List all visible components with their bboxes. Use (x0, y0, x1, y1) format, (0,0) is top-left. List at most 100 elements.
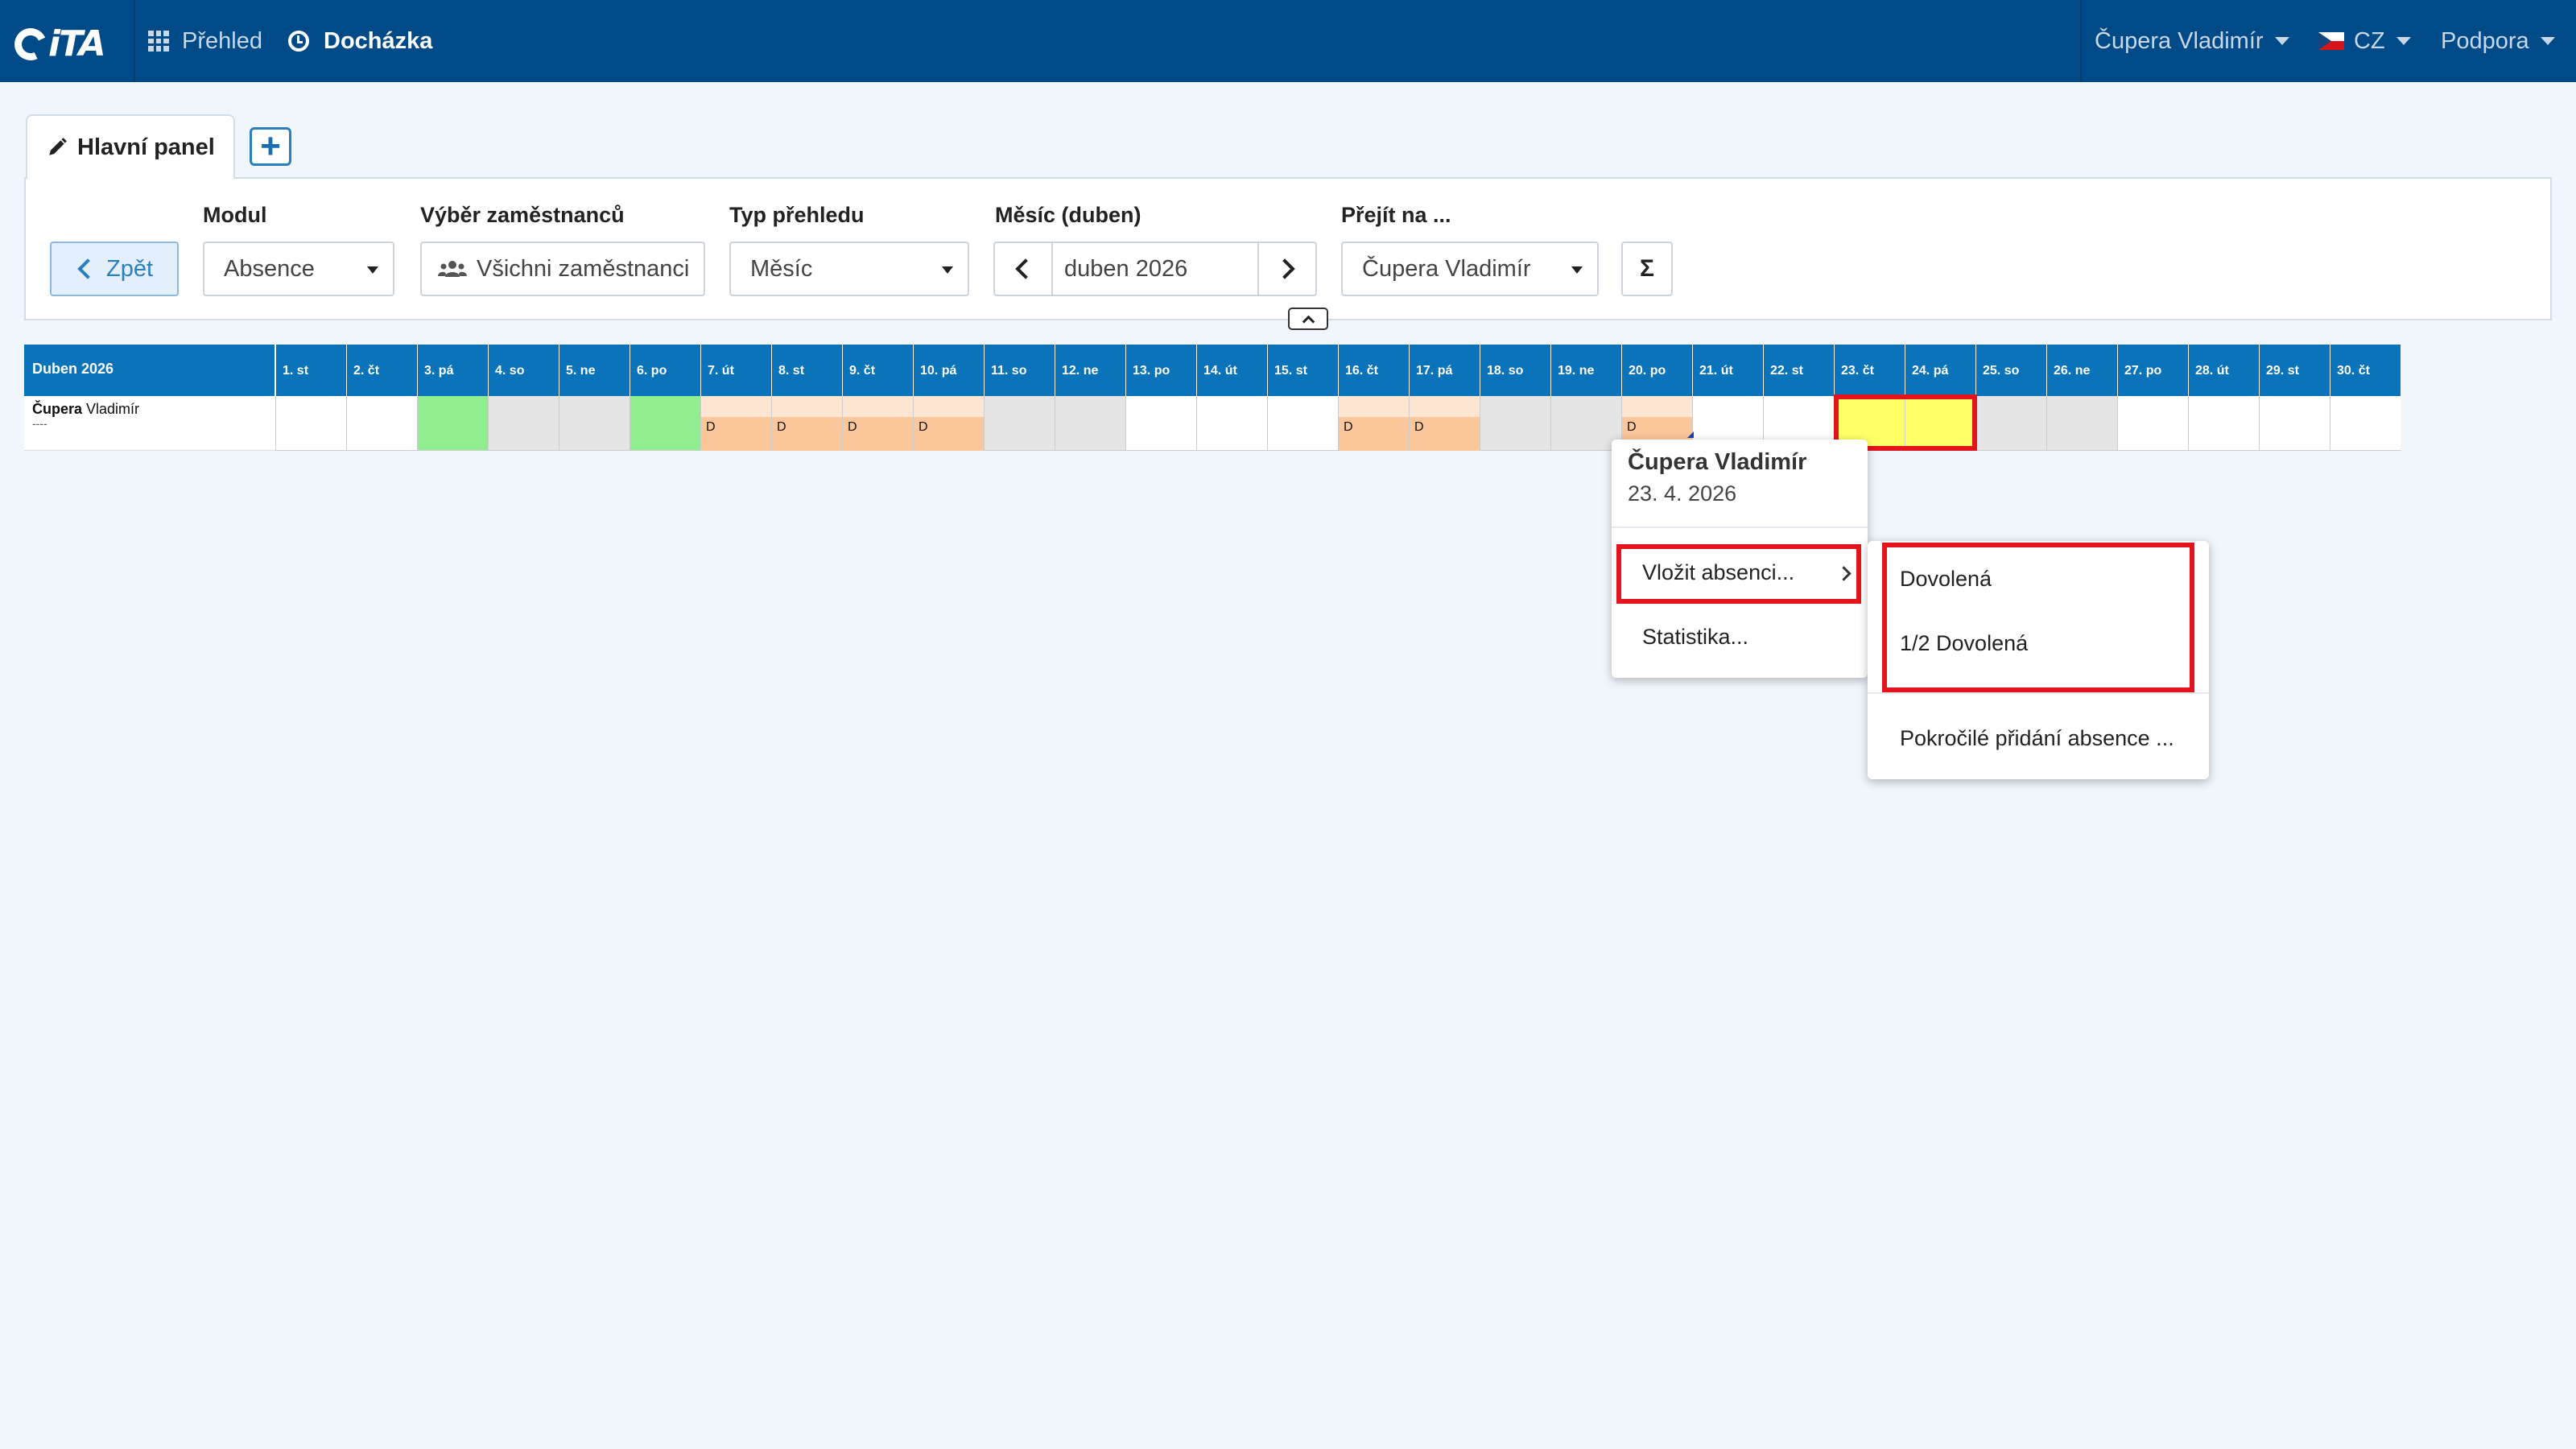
app-logo[interactable]: iTA (10, 23, 127, 65)
sum-button[interactable]: Σ (1621, 242, 1673, 296)
calendar-day-cell[interactable] (2117, 396, 2188, 451)
calendar-day-header[interactable]: 2. čt (346, 345, 417, 396)
calendar-day-header[interactable]: 14. út (1196, 345, 1267, 396)
calendar-day-header[interactable]: 21. út (1692, 345, 1763, 396)
tab-main-panel-label: Hlavní panel (77, 134, 215, 160)
calendar-day-header[interactable]: 15. st (1267, 345, 1338, 396)
calendar-day-cell[interactable] (984, 396, 1055, 451)
calendar-day-cell[interactable] (1055, 396, 1125, 451)
context-menu-employee: Čupera Vladimír (1628, 449, 1807, 475)
leave-mark: D (706, 420, 716, 434)
calendar-day-cell[interactable] (417, 396, 488, 451)
employees-select-value: Všichni zaměstnanci (477, 255, 690, 282)
calendar-day-cell[interactable]: D (700, 396, 771, 451)
calendar-day-header[interactable]: 5. ne (559, 345, 630, 396)
calendar-day-cell[interactable] (559, 396, 630, 451)
collapse-panel-button[interactable] (1288, 308, 1328, 330)
next-month-button[interactable] (1257, 243, 1315, 295)
calendar-day-cell[interactable] (1975, 396, 2046, 451)
leave-band (1410, 396, 1480, 417)
calendar-day-header[interactable]: 6. po (630, 345, 700, 396)
calendar-day-header[interactable]: 7. út (700, 345, 771, 396)
calendar-day-header[interactable]: 8. st (771, 345, 842, 396)
calendar-day-header[interactable]: 25. so (1975, 345, 2046, 396)
calendar-day-header[interactable]: 23. čt (1834, 345, 1905, 396)
calendar-day-cell[interactable] (1550, 396, 1621, 451)
calendar-day-cell[interactable] (1480, 396, 1550, 451)
leave-band (772, 396, 842, 417)
month-input[interactable]: duben 2026 (1053, 243, 1257, 295)
calendar-day-header[interactable]: 26. ne (2046, 345, 2117, 396)
calendar-day-cell[interactable] (275, 396, 346, 451)
calendar-day-cell[interactable] (1196, 396, 1267, 451)
calendar-day-header[interactable]: 11. so (984, 345, 1055, 396)
back-button-label: Zpět (105, 255, 154, 282)
calendar-day-header[interactable]: 13. po (1125, 345, 1196, 396)
user-menu[interactable]: Čupera Vladimír (2095, 0, 2289, 82)
calendar-day-header[interactable]: 24. pá (1905, 345, 1975, 396)
calendar-day-header[interactable]: 12. ne (1055, 345, 1125, 396)
leave-mark: D (1414, 420, 1424, 434)
calendar-day-cell[interactable]: D (842, 396, 913, 451)
calendar-day-header[interactable]: 4. so (488, 345, 559, 396)
calendar-day-header[interactable]: 30. čt (2330, 345, 2401, 396)
calendar-day-header[interactable]: 17. pá (1409, 345, 1480, 396)
module-label: Modul (203, 203, 267, 227)
leave-band (843, 396, 913, 417)
advanced-absence-menu-item[interactable]: Pokročilé přidání absence ... (1900, 726, 2174, 751)
calendar-day-cell[interactable]: D (1338, 396, 1409, 451)
support-menu[interactable]: Podpora (2441, 0, 2555, 82)
calendar-day-header[interactable]: 29. st (2259, 345, 2330, 396)
employee-name-cell[interactable]: Čupera Vladimír ---- (24, 396, 275, 451)
calendar-day-cell[interactable] (630, 396, 700, 451)
calendar-day-header[interactable]: 3. pá (417, 345, 488, 396)
calendar-day-header[interactable]: 19. ne (1550, 345, 1621, 396)
module-select[interactable]: Absence (203, 242, 394, 296)
calendar-day-header[interactable]: 16. čt (1338, 345, 1409, 396)
calendar-day-cell[interactable] (2188, 396, 2259, 451)
nav-overview[interactable]: Přehled (148, 0, 262, 82)
calendar-day-cell[interactable] (1125, 396, 1196, 451)
caret-down-icon (2396, 37, 2411, 45)
calendar-day-cell[interactable] (346, 396, 417, 451)
month-picker: duben 2026 (993, 242, 1317, 296)
calendar-day-header[interactable]: 10. pá (913, 345, 984, 396)
calendar-day-header[interactable]: 18. so (1480, 345, 1550, 396)
view-type-select[interactable]: Měsíc (729, 242, 969, 296)
user-menu-label: Čupera Vladimír (2095, 27, 2264, 54)
logo-text: iTA (48, 23, 106, 64)
tab-main-panel[interactable]: Hlavní panel (26, 114, 235, 179)
back-button[interactable]: Zpět (50, 242, 179, 296)
dropdown-caret-icon (1571, 266, 1583, 274)
view-type-select-value: Měsíc (750, 255, 813, 282)
calendar-day-cell[interactable]: D (913, 396, 984, 451)
calendar-day-cell[interactable] (488, 396, 559, 451)
leave-mark: D (1344, 420, 1353, 434)
calendar-day-header[interactable]: 9. čt (842, 345, 913, 396)
add-tab-button[interactable]: + (250, 127, 291, 166)
nav-attendance[interactable]: Docházka (288, 0, 432, 82)
nav-attendance-label: Docházka (324, 27, 433, 54)
module-select-value: Absence (224, 255, 315, 282)
chevron-left-icon (1015, 258, 1036, 279)
statistics-menu-item[interactable]: Statistika... (1642, 625, 1748, 650)
calendar-day-cell[interactable] (1267, 396, 1338, 451)
calendar-day-cell[interactable] (2330, 396, 2401, 451)
support-label: Podpora (2441, 27, 2529, 54)
chevron-left-icon (77, 258, 98, 279)
prev-month-button[interactable] (995, 243, 1053, 295)
calendar-day-header[interactable]: 28. út (2188, 345, 2259, 396)
goto-select[interactable]: Čupera Vladimír (1341, 242, 1599, 296)
czech-flag-icon (2318, 32, 2344, 50)
calendar-day-cell[interactable] (2046, 396, 2117, 451)
calendar-day-header[interactable]: 22. st (1763, 345, 1834, 396)
employee-surname: Čupera (32, 401, 83, 417)
language-menu[interactable]: CZ (2318, 0, 2411, 82)
calendar-day-cell[interactable]: D (771, 396, 842, 451)
calendar-day-header[interactable]: 27. po (2117, 345, 2188, 396)
calendar-day-cell[interactable]: D (1409, 396, 1480, 451)
calendar-day-cell[interactable] (2259, 396, 2330, 451)
calendar-day-header[interactable]: 20. po (1621, 345, 1692, 396)
employees-select[interactable]: Všichni zaměstnanci (420, 242, 705, 296)
calendar-day-header[interactable]: 1. st (275, 345, 346, 396)
